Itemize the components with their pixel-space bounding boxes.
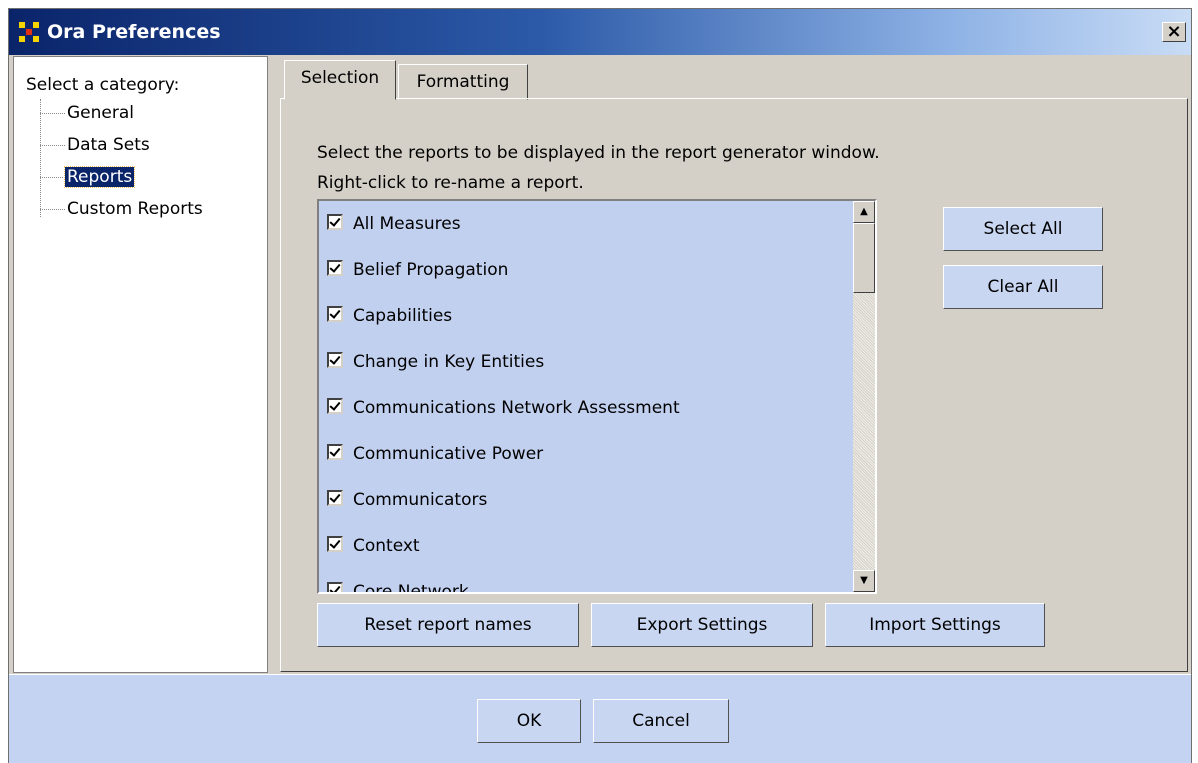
ok-button[interactable]: OK [477, 699, 581, 743]
category-item-reports[interactable]: Reports [40, 165, 136, 189]
category-heading: Select a category: [26, 75, 180, 95]
checkbox-checked-icon[interactable] [327, 214, 343, 230]
category-item-custom-reports[interactable]: Custom Reports [40, 197, 205, 221]
report-list-scrollbar[interactable]: ▲ ▼ [853, 201, 875, 592]
window-title: Ora Preferences [47, 21, 221, 43]
report-item[interactable]: Communicators [327, 485, 487, 515]
ora-grid-icon [19, 22, 39, 42]
scroll-up-arrow-icon[interactable]: ▲ [853, 201, 875, 223]
checkbox-checked-icon[interactable] [327, 306, 343, 322]
cancel-button[interactable]: Cancel [593, 699, 729, 743]
category-item-data-sets[interactable]: Data Sets [40, 133, 152, 157]
report-item[interactable]: All Measures [327, 209, 461, 239]
tab-formatting[interactable]: Formatting [398, 64, 528, 100]
settings-panel: Selection Formatting Select the reports … [274, 56, 1190, 673]
report-item[interactable]: Context [327, 531, 420, 561]
tab-content: Select the reports to be displayed in th… [280, 98, 1188, 672]
select-all-button[interactable]: Select All [943, 207, 1103, 251]
report-item[interactable]: Change in Key Entities [327, 347, 544, 377]
report-item[interactable]: Core Network [327, 577, 469, 592]
report-item[interactable]: Communications Network Assessment [327, 393, 680, 423]
close-icon[interactable]: × [1162, 22, 1186, 42]
checkbox-checked-icon[interactable] [327, 490, 343, 506]
import-settings-button[interactable]: Import Settings [825, 603, 1045, 647]
checkbox-checked-icon[interactable] [327, 398, 343, 414]
preferences-window: Ora Preferences × Select a category: Gen… [8, 8, 1192, 763]
category-tree: Select a category: General Data Sets Rep… [13, 56, 268, 673]
clear-all-button[interactable]: Clear All [943, 265, 1103, 309]
tab-selection[interactable]: Selection [284, 60, 396, 100]
report-list-viewport: All Measures Belief Propagation Capabili… [319, 201, 853, 592]
category-item-general[interactable]: General [40, 101, 136, 125]
checkbox-checked-icon[interactable] [327, 352, 343, 368]
reset-report-names-button[interactable]: Reset report names [317, 603, 579, 647]
instruction-text: Select the reports to be displayed in th… [317, 143, 880, 163]
scrollbar-thumb[interactable] [853, 223, 875, 293]
checkbox-checked-icon[interactable] [327, 444, 343, 460]
checkbox-checked-icon[interactable] [327, 260, 343, 276]
title-bar[interactable]: Ora Preferences × [9, 9, 1191, 55]
export-settings-button[interactable]: Export Settings [591, 603, 813, 647]
checkbox-checked-icon[interactable] [327, 536, 343, 552]
dialog-footer: OK Cancel [9, 674, 1191, 763]
report-list[interactable]: All Measures Belief Propagation Capabili… [317, 199, 877, 594]
scroll-down-arrow-icon[interactable]: ▼ [853, 570, 875, 592]
report-item[interactable]: Communicative Power [327, 439, 543, 469]
instruction-hint: Right-click to re-name a report. [317, 173, 584, 193]
report-item[interactable]: Belief Propagation [327, 255, 508, 285]
checkbox-checked-icon[interactable] [327, 582, 343, 592]
report-item[interactable]: Capabilities [327, 301, 452, 331]
